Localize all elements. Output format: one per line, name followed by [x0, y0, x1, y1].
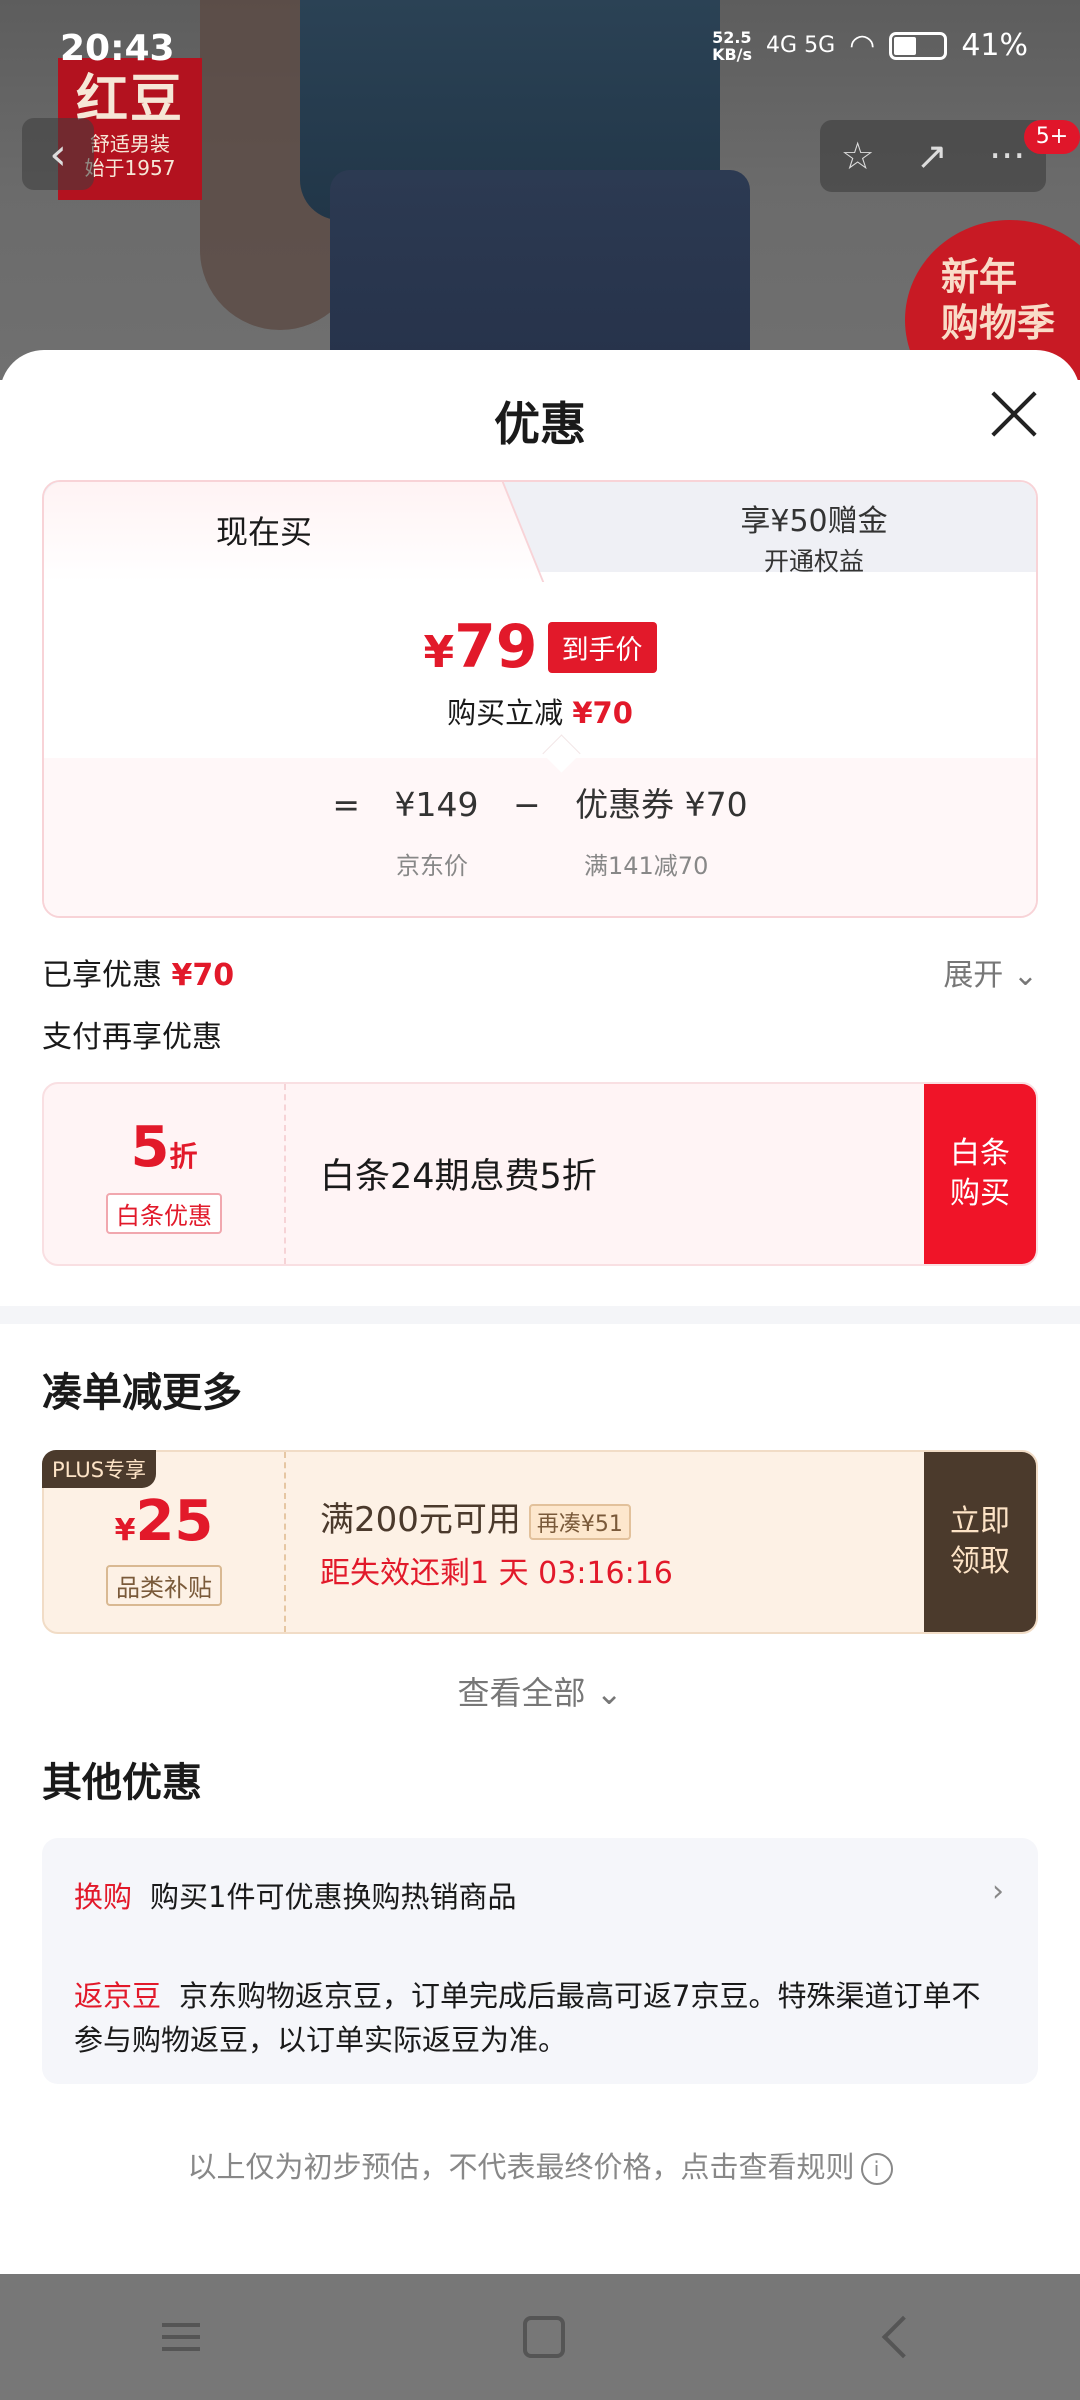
close-icon[interactable] — [990, 390, 1038, 438]
action-bar: ☆ ↗ ··· — [820, 120, 1046, 192]
battery-icon — [889, 31, 948, 60]
rules-footnote[interactable]: 以上仅为初步预估，不代表最终价格，点击查看规则 i — [0, 2144, 1080, 2186]
jd-price: ¥149 — [394, 785, 479, 824]
product-photo-jeans — [330, 170, 750, 380]
tab-buy-now[interactable]: 现在买 — [44, 482, 484, 582]
other-offers-box: 换购 购买1件可优惠换购热销商品 › 返京豆 京东购物返京豆，订单完成后最高可返7京… — [42, 1838, 1038, 2084]
tab-plus-line2: 开通权益 — [763, 547, 864, 576]
baitiao-buy-button[interactable]: 白条 购买 — [924, 1084, 1036, 1264]
system-nav-bar — [0, 2274, 1080, 2400]
swap-offer-row[interactable]: 换购 购买1件可优惠换购热销商品 — [74, 1874, 974, 1916]
calc-row: = ¥149 − 优惠券 ¥70 — [44, 778, 1036, 826]
jd-bean-row: 返京豆 京东购物返京豆，订单完成后最高可返7京豆。特殊渠道订单不参与购物返豆，以订… — [74, 1979, 981, 2057]
back-button[interactable]: ‹ — [22, 118, 94, 190]
minus-sign: − — [513, 785, 541, 824]
plus-badge: PLUS专享 — [42, 1450, 157, 1488]
more-icon[interactable]: ··· — [989, 134, 1025, 178]
chevron-left-icon: ‹ — [49, 128, 67, 180]
chevron-down-icon: ⌄ — [1012, 958, 1038, 993]
enjoyed-discount: 已享优惠 ¥70 — [42, 958, 235, 993]
equals-sign: = — [332, 785, 361, 824]
price-calculation: = ¥149 − 优惠券 ¥70 京东价 满141减70 — [44, 758, 1036, 916]
price-card: 享¥50赠金 开通权益 现在买 ¥79 到手价 购买立减 ¥70 = ¥149 −… — [42, 480, 1038, 918]
chevron-right-icon[interactable]: › — [992, 1874, 1004, 1909]
claim-coupon-button[interactable]: 立即 领取 — [924, 1452, 1036, 1632]
star-icon[interactable]: ☆ — [841, 134, 875, 178]
baitiao-tag: 白条优惠 — [106, 1193, 222, 1234]
signal-icon: 4G 5G — [766, 33, 836, 58]
plus-coupon-tag: 品类补贴 — [106, 1565, 222, 1606]
reduce-line: 购买立减 ¥70 — [447, 696, 633, 730]
discount-sheet: 优惠 享¥50赠金 开通权益 现在买 ¥79 到手价 购买立减 ¥70 = ¥14… — [0, 350, 1080, 2274]
coupon-rule: 满141减70 — [584, 852, 709, 880]
back-icon[interactable] — [882, 2315, 925, 2359]
clock: 20:43 — [60, 28, 175, 69]
tab-plus-benefit[interactable]: 享¥50赠金 开通权益 — [624, 496, 1004, 578]
pay-more-label: 支付再享优惠 — [42, 1020, 222, 1055]
home-icon[interactable] — [522, 2316, 565, 2358]
jd-price-label: 京东价 — [396, 852, 468, 880]
final-price-tag: 到手价 — [547, 621, 657, 673]
notification-badge: 5+ — [1024, 120, 1080, 154]
baitiao-discount: 5折 白条优惠 — [44, 1084, 286, 1264]
baitiao-text: 白条24期息费5折 — [320, 1157, 597, 1197]
info-icon[interactable]: i — [860, 2153, 893, 2185]
final-price-row: ¥79 到手价 — [44, 612, 1036, 682]
plus-coupon-condition: 满200元可用 再凑¥51 — [320, 1492, 631, 1541]
tab-plus-line1: 享¥50赠金 — [740, 504, 888, 539]
sheet-title: 优惠 — [494, 397, 586, 451]
wifi-icon: ◠ — [849, 28, 876, 63]
bundle-section-title: 凑单减更多 — [42, 1370, 242, 1416]
section-divider — [0, 1306, 1080, 1324]
coupon-value: 优惠券 ¥70 — [575, 785, 748, 824]
expand-button[interactable]: 展开 ⌄ — [943, 950, 1038, 994]
plus-coupon-card[interactable]: ¥25 品类补贴 PLUS专享 满200元可用 再凑¥51 距失效还剩1 天 03… — [42, 1450, 1038, 1634]
status-icons: 52.5 KB/s 4G 5G ◠ 41% — [712, 28, 1028, 63]
net-speed: 52.5 KB/s — [712, 27, 753, 64]
plus-coupon-countdown: 距失效还剩1 天 03:16:16 — [320, 1556, 673, 1591]
share-icon[interactable]: ↗ — [916, 134, 948, 178]
menu-icon[interactable] — [161, 2323, 200, 2351]
view-all-button[interactable]: 查看全部 ⌄ — [0, 1668, 1080, 1714]
other-section-title: 其他优惠 — [42, 1760, 202, 1806]
baitiao-offer-card[interactable]: 5折 白条优惠 白条24期息费5折 白条 购买 — [42, 1082, 1038, 1266]
battery-level: 41% — [961, 28, 1028, 63]
final-price: ¥79 — [423, 612, 538, 682]
chevron-down-icon: ⌄ — [595, 1674, 623, 1712]
status-bar: 20:43 52.5 KB/s 4G 5G ◠ 41% — [0, 24, 1080, 78]
tab-buy-now-label: 现在买 — [215, 513, 312, 551]
